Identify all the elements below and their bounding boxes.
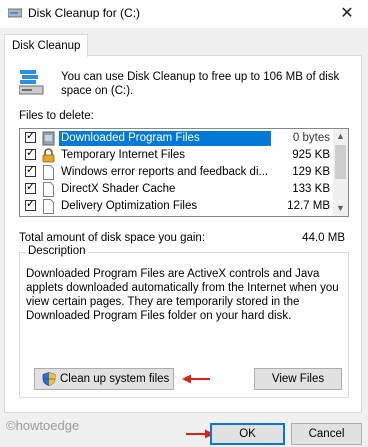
file-size: 129 KB: [292, 166, 330, 178]
intro-text: You can use Disk Cleanup to free up to 1…: [61, 71, 340, 97]
disk-cleanup-dialog: Disk Cleanup for (C:) ✕ Disk Cleanup You…: [0, 0, 368, 447]
tab-disk-cleanup[interactable]: Disk Cleanup: [4, 34, 89, 57]
list-scrollbar[interactable]: ▲ ▼: [333, 129, 348, 216]
total-gain-value: 44.0 MB: [302, 232, 345, 244]
title-bar: Disk Cleanup for (C:) ✕: [0, 0, 368, 28]
list-item[interactable]: DirectX Shader Cache 133 KB: [20, 180, 334, 198]
window-title: Disk Cleanup for (C:): [28, 6, 141, 20]
clean-up-system-files-button[interactable]: Clean up system files: [34, 368, 174, 390]
checkbox[interactable]: [25, 163, 36, 177]
file-size: 133 KB: [292, 183, 330, 195]
description-text: Downloaded Program Files are ActiveX con…: [26, 268, 339, 322]
file-name: Downloaded Program Files: [59, 131, 271, 146]
red-arrow-icon: [182, 374, 210, 384]
total-gain-label: Total amount of disk space you gain:: [19, 232, 206, 244]
close-button[interactable]: ✕: [330, 0, 364, 28]
checkbox[interactable]: [25, 180, 36, 194]
scroll-thumb[interactable]: [335, 145, 346, 179]
file-name: Temporary Internet Files: [61, 149, 185, 161]
list-item[interactable]: Downloaded Program Files 0 bytes: [20, 129, 334, 147]
file-icon: [43, 182, 54, 197]
tab-panel: You can use Disk Cleanup to free up to 1…: [4, 55, 362, 413]
lock-icon: [42, 148, 55, 163]
view-files-button[interactable]: View Files: [254, 368, 342, 390]
drive-icon: [19, 70, 44, 95]
file-size: 0 bytes: [292, 132, 330, 144]
files-to-delete-label: Files to delete:: [19, 110, 94, 122]
cancel-button[interactable]: Cancel: [291, 423, 362, 445]
scroll-up-icon[interactable]: ▲: [333, 129, 348, 144]
list-item[interactable]: Windows error reports and feedback di...…: [20, 163, 334, 181]
files-list[interactable]: Downloaded Program Files 0 bytes Tempora…: [19, 128, 349, 217]
clean-up-system-files-label: Clean up system files: [60, 373, 170, 385]
file-name: Windows error reports and feedback di...: [61, 166, 269, 178]
file-icon: [43, 165, 54, 180]
description-legend: Description: [26, 245, 88, 257]
file-icon: [43, 199, 54, 214]
file-size: 925 KB: [292, 149, 330, 161]
file-name: DirectX Shader Cache: [61, 183, 176, 195]
list-item[interactable]: Delivery Optimization Files 12.7 MB: [20, 197, 334, 215]
checkbox[interactable]: [25, 197, 36, 211]
checkbox[interactable]: [25, 129, 36, 143]
scroll-down-icon[interactable]: ▼: [333, 201, 348, 216]
description-group: Description Downloaded Program Files are…: [19, 245, 349, 398]
file-size: 12.7 MB: [287, 200, 330, 212]
folder-icon: [42, 131, 55, 146]
checkbox[interactable]: [25, 146, 36, 160]
watermark-text: ©howtoedge: [6, 418, 80, 433]
disk-cleanup-app-icon: [8, 8, 22, 18]
shield-icon: [42, 372, 56, 386]
ok-button[interactable]: OK: [210, 423, 285, 445]
file-name: Delivery Optimization Files: [61, 200, 198, 212]
list-item[interactable]: Temporary Internet Files 925 KB: [20, 146, 334, 164]
